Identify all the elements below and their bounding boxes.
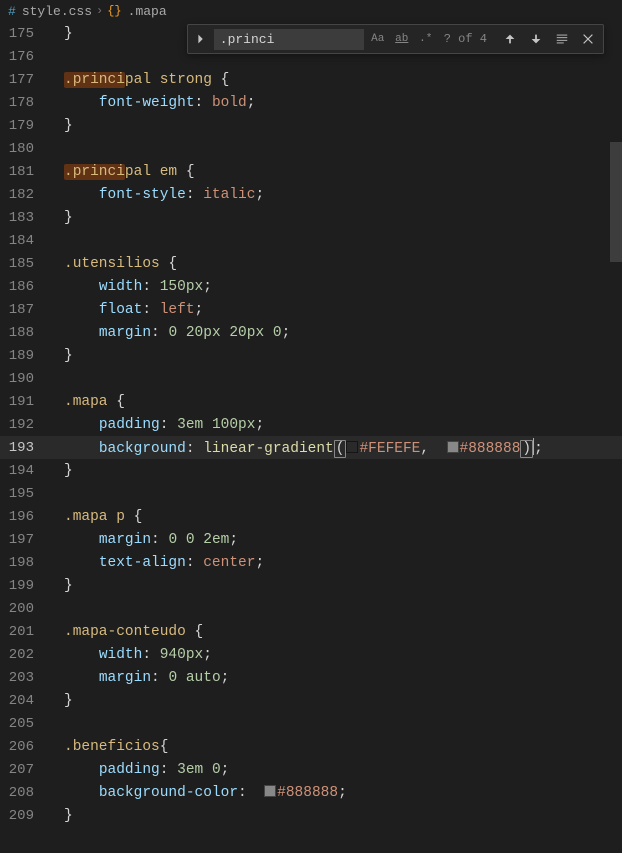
line-number: 209 <box>0 808 48 824</box>
chevron-right-icon: › <box>96 4 103 18</box>
code-line: } <box>48 210 73 226</box>
code-line: padding: 3em 100px; <box>48 417 264 433</box>
code-line: .principal em { <box>48 164 195 180</box>
line-number: 208 <box>0 785 48 801</box>
find-match-whole-word[interactable]: ab <box>392 29 412 49</box>
line-number: 194 <box>0 463 48 479</box>
line-number: 199 <box>0 578 48 594</box>
code-line: float: left; <box>48 302 203 318</box>
color-swatch[interactable] <box>447 441 459 453</box>
line-number: 188 <box>0 325 48 341</box>
code-line: width: 150px; <box>48 279 212 295</box>
code-line: } <box>48 118 73 134</box>
chevron-right-icon <box>194 32 208 46</box>
find-next-button[interactable] <box>525 28 547 50</box>
code-line: width: 940px; <box>48 647 212 663</box>
scrollbar-thumb[interactable] <box>610 142 622 262</box>
line-number: 204 <box>0 693 48 709</box>
code-line: text-align: center; <box>48 555 264 571</box>
line-number: 189 <box>0 348 48 364</box>
line-number: 202 <box>0 647 48 663</box>
line-number: 182 <box>0 187 48 203</box>
code-line: } <box>48 463 73 479</box>
code-line: font-weight: bold; <box>48 95 255 111</box>
code-line: .mapa p { <box>48 509 142 525</box>
line-number: 177 <box>0 72 48 88</box>
line-number: 187 <box>0 302 48 318</box>
line-number: 178 <box>0 95 48 111</box>
code-line: margin: 0 auto; <box>48 670 229 686</box>
breadcrumb-symbol[interactable]: .mapa <box>128 4 167 19</box>
code-line: .mapa-conteudo { <box>48 624 203 640</box>
find-close-button[interactable] <box>577 28 599 50</box>
arrow-up-icon <box>503 32 517 46</box>
find-input[interactable] <box>214 29 364 50</box>
line-number: 193 <box>0 440 48 456</box>
line-number: 198 <box>0 555 48 571</box>
line-number: 186 <box>0 279 48 295</box>
line-number: 181 <box>0 164 48 180</box>
find-in-selection[interactable] <box>551 28 573 50</box>
code-line: } <box>48 808 73 824</box>
line-number: 205 <box>0 716 48 732</box>
color-swatch[interactable] <box>346 441 358 453</box>
css-file-icon: # <box>8 4 16 19</box>
code-line: background-color: #888888; <box>48 785 347 801</box>
arrow-down-icon <box>529 32 543 46</box>
line-number: 200 <box>0 601 48 617</box>
line-number: 175 <box>0 26 48 42</box>
close-icon <box>581 32 595 46</box>
find-widget: Aa ab .* ? of 4 <box>187 24 604 54</box>
code-line: .principal strong { <box>48 72 229 88</box>
code-line: background: linear-gradient(#FEFEFE, #88… <box>48 438 543 457</box>
line-number: 192 <box>0 417 48 433</box>
line-number: 196 <box>0 509 48 525</box>
line-number: 184 <box>0 233 48 249</box>
code-line: } <box>48 578 73 594</box>
line-number: 197 <box>0 532 48 548</box>
code-line: } <box>48 693 73 709</box>
line-number: 207 <box>0 762 48 778</box>
vertical-scrollbar[interactable] <box>610 22 622 853</box>
find-toggle-replace[interactable] <box>192 28 210 50</box>
text-cursor <box>533 438 534 455</box>
find-match-case[interactable]: Aa <box>368 29 388 49</box>
breadcrumb-file[interactable]: style.css <box>22 4 92 19</box>
code-line: .beneficios{ <box>48 739 168 755</box>
selection-icon <box>555 32 569 46</box>
line-number: 179 <box>0 118 48 134</box>
code-line: } <box>48 26 73 42</box>
code-line: padding: 3em 0; <box>48 762 229 778</box>
line-number: 203 <box>0 670 48 686</box>
line-number: 183 <box>0 210 48 226</box>
code-line: margin: 0 0 2em; <box>48 532 238 548</box>
code-editor[interactable]: 175} 176 177.principal strong { 178 font… <box>0 22 622 853</box>
symbol-icon: {} <box>107 4 121 18</box>
find-prev-button[interactable] <box>499 28 521 50</box>
code-line: margin: 0 20px 20px 0; <box>48 325 290 341</box>
code-line: .mapa { <box>48 394 125 410</box>
line-number: 191 <box>0 394 48 410</box>
line-number: 201 <box>0 624 48 640</box>
line-number: 190 <box>0 371 48 387</box>
color-swatch[interactable] <box>264 785 276 797</box>
code-line: } <box>48 348 73 364</box>
line-number: 195 <box>0 486 48 502</box>
code-line: .utensilios { <box>48 256 177 272</box>
find-use-regex[interactable]: .* <box>416 29 436 49</box>
line-number: 206 <box>0 739 48 755</box>
find-result-count: ? of 4 <box>444 32 487 46</box>
line-number: 180 <box>0 141 48 157</box>
breadcrumb[interactable]: # style.css › {} .mapa <box>0 0 622 22</box>
code-line: font-style: italic; <box>48 187 264 203</box>
line-number: 176 <box>0 49 48 65</box>
line-number: 185 <box>0 256 48 272</box>
